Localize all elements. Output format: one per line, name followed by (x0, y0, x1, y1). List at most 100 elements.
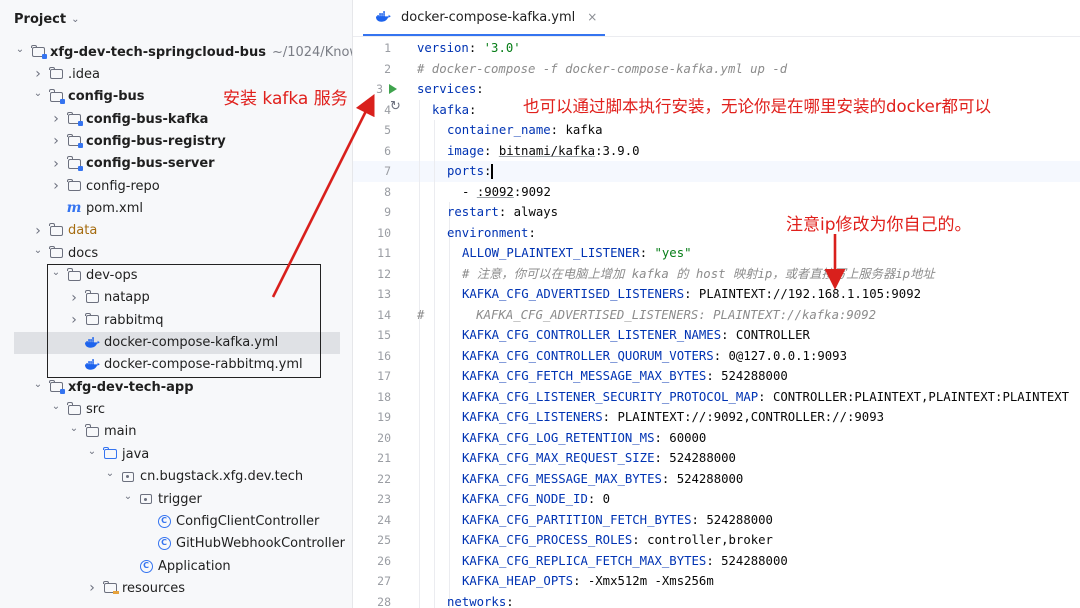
code-line[interactable]: 7 ports: (353, 161, 1080, 182)
chevron-down-icon[interactable]: ⌄ (104, 468, 116, 479)
tree-item-main[interactable]: ⌄ main (0, 421, 352, 443)
chevron-right-icon[interactable]: › (32, 66, 44, 82)
line-number: 1 (384, 41, 391, 55)
code-text: KAFKA_CFG_LISTENER_SECURITY_PROTOCOL_MAP… (462, 387, 1069, 408)
code-text: KAFKA_CFG_LOG_RETENTION_MS: 60000 (462, 428, 706, 449)
line-number: 14 (377, 307, 391, 322)
tree-item-label: docs (68, 245, 99, 261)
run-play-icon[interactable] (389, 84, 397, 94)
code-line[interactable]: 26 KAFKA_CFG_REPLICA_FETCH_MAX_BYTES: 524… (353, 551, 1080, 572)
tree-item-label: pom.xml (86, 200, 143, 216)
line-number: 7 (384, 164, 391, 178)
chevron-down-icon[interactable]: ⌄ (86, 446, 98, 457)
code-line[interactable]: 20 KAFKA_CFG_LOG_RETENTION_MS: 60000 (353, 428, 1080, 449)
package-icon (138, 492, 154, 506)
tree-item-label: resources (122, 580, 186, 596)
chevron-right-icon[interactable]: › (50, 133, 62, 149)
code-line[interactable]: 13 KAFKA_CFG_ADVERTISED_LISTENERS: PLAINT… (353, 284, 1080, 305)
code-line[interactable]: 12 # 注意，你可以在电脑上增加 kafka 的 host 映射ip，或者直接写… (353, 264, 1080, 285)
code-text: # 注意，你可以在电脑上增加 kafka 的 host 映射ip，或者直接写上服… (462, 264, 935, 285)
annotation-highlight-box (47, 264, 321, 378)
code-line[interactable]: 17 KAFKA_CFG_FETCH_MESSAGE_MAX_BYTES: 524… (353, 366, 1080, 387)
code-token: : (528, 225, 536, 240)
tree-item-xfg-dev-tech-app[interactable]: ⌄ xfg-dev-tech-app (0, 376, 352, 398)
code-line[interactable]: 21 KAFKA_CFG_MAX_REQUEST_SIZE: 524288000 (353, 448, 1080, 469)
tree-item-configclientcontroller[interactable]: C ConfigClientController (0, 510, 352, 532)
chevron-down-icon[interactable]: ⌄ (32, 379, 44, 390)
tree-item-data[interactable]: › data (0, 220, 352, 242)
code-line[interactable]: 14 # KAFKA_CFG_ADVERTISED_LISTENERS: PLAI… (353, 305, 1080, 326)
code-token: version (417, 41, 469, 55)
module-folder-icon (66, 133, 83, 149)
code-token: : 60000 (654, 430, 707, 445)
code-line[interactable]: 2 # docker-compose -f docker-compose-kafk… (353, 59, 1080, 80)
tree-item-resources[interactable]: › resources (0, 577, 352, 599)
tree-item-docs[interactable]: ⌄ docs (0, 242, 352, 264)
tree-item-githubwebhookcontroller[interactable]: C GitHubWebhookController (0, 533, 352, 555)
code-token: : kafka (550, 123, 603, 137)
code-token: kafka (432, 102, 470, 117)
chevron-down-icon[interactable]: ⌄ (122, 491, 134, 502)
code-token: '3.0' (483, 41, 521, 55)
tree-item-xfg-dev-tech-springcloud-bus[interactable]: ⌄ xfg-dev-tech-springcloud-bus ~/1024/Know… (0, 41, 352, 63)
code-line[interactable]: 15 KAFKA_CFG_CONTROLLER_LISTENER_NAMES: C… (353, 325, 1080, 346)
rerun-icon[interactable]: ↻ (390, 99, 401, 114)
tree-item-config-bus-server[interactable]: › config-bus-server (0, 153, 352, 175)
code-token: : (469, 102, 477, 117)
code-token: : (476, 82, 484, 96)
code-text: restart: always (447, 202, 558, 223)
line-number: 4 (384, 102, 391, 117)
chevron-right-icon[interactable]: › (32, 223, 44, 239)
code-token: : 0@127.0.0.1:9093 (713, 348, 847, 363)
code-line[interactable]: 28 networks: (353, 592, 1080, 608)
code-token: : (639, 246, 655, 260)
code-line[interactable]: 11 ALLOW_PLAINTEXT_LISTENER: "yes" (353, 243, 1080, 264)
chevron-down-icon[interactable]: ⌄ (71, 14, 79, 25)
tree-item-trigger[interactable]: ⌄ trigger (0, 488, 352, 510)
tree-item-src[interactable]: ⌄ src (0, 399, 352, 421)
code-token: KAFKA_CFG_CONTROLLER_LISTENER_NAMES (462, 328, 722, 342)
chevron-down-icon[interactable]: ⌄ (68, 423, 80, 434)
code-line[interactable]: 6 image: bitnami/kafka:3.9.0 (353, 141, 1080, 162)
code-line[interactable]: 1 version: '3.0' (353, 38, 1080, 59)
chevron-right-icon[interactable]: › (50, 111, 62, 127)
code-token: KAFKA_CFG_CONTROLLER_QUORUM_VOTERS (462, 348, 714, 363)
code-line[interactable]: 19 KAFKA_CFG_LISTENERS: PLAINTEXT://:9092… (353, 407, 1080, 428)
tree-item-cn-bugstack-xfg-dev-tech[interactable]: ⌄ cn.bugstack.xfg.dev.tech (0, 466, 352, 488)
tree-item-config-repo[interactable]: › config-repo (0, 175, 352, 197)
tree-item-config-bus-kafka[interactable]: › config-bus-kafka (0, 108, 352, 130)
tree-item-config-bus-registry[interactable]: › config-bus-registry (0, 130, 352, 152)
chevron-down-icon[interactable]: ⌄ (50, 401, 62, 412)
chevron-down-icon[interactable]: ⌄ (14, 44, 26, 55)
chevron-right-icon[interactable]: › (86, 580, 98, 596)
text-caret (491, 164, 493, 179)
tree-item-label: config-bus-kafka (86, 111, 209, 127)
code-line[interactable]: 22 KAFKA_CFG_MESSAGE_MAX_BYTES: 524288000 (353, 469, 1080, 490)
tree-item-application[interactable]: C Application (0, 555, 352, 577)
editor-tab-bar: docker-compose-kafka.yml × (353, 0, 1080, 37)
code-line[interactable]: 16 KAFKA_CFG_CONTROLLER_QUORUM_VOTERS: 0@… (353, 346, 1080, 367)
code-line[interactable]: 24 KAFKA_CFG_PARTITION_FETCH_BYTES: 52428… (353, 510, 1080, 531)
code-line[interactable]: 8 - :9092:9092 (353, 182, 1080, 203)
tab-docker-compose-kafka[interactable]: docker-compose-kafka.yml × (363, 0, 606, 36)
code-token: # docker-compose -f docker-compose-kafka… (417, 61, 788, 76)
chevron-down-icon[interactable]: ⌄ (32, 245, 44, 256)
tree-item--idea[interactable]: › .idea (0, 63, 352, 85)
code-editor[interactable]: 1 version: '3.0' 2 # docker-compose -f dock… (353, 37, 1080, 608)
code-line[interactable]: 18 KAFKA_CFG_LISTENER_SECURITY_PROTOCOL_M… (353, 387, 1080, 408)
tree-item-java[interactable]: ⌄ java (0, 443, 352, 465)
chevron-right-icon[interactable]: › (50, 156, 62, 172)
tree-item-pom-xml[interactable]: m pom.xml (0, 197, 352, 219)
close-icon[interactable]: × (587, 10, 597, 24)
line-number: 10 (377, 225, 391, 240)
tree-item-label: src (86, 402, 105, 418)
code-line[interactable]: 27 KAFKA_HEAP_OPTS: -Xmx512m -Xms256m (353, 571, 1080, 592)
code-line[interactable]: 5 container_name: kafka (353, 120, 1080, 141)
module-folder-icon (48, 379, 65, 395)
code-line[interactable]: 25 KAFKA_CFG_PROCESS_ROLES: controller,br… (353, 530, 1080, 551)
project-header[interactable]: Project ⌄ (14, 9, 79, 29)
chevron-right-icon[interactable]: › (50, 178, 62, 194)
code-line[interactable]: 23 KAFKA_CFG_NODE_ID: 0 (353, 489, 1080, 510)
chevron-down-icon[interactable]: ⌄ (32, 88, 44, 99)
code-token: : 524288000 (706, 369, 788, 383)
